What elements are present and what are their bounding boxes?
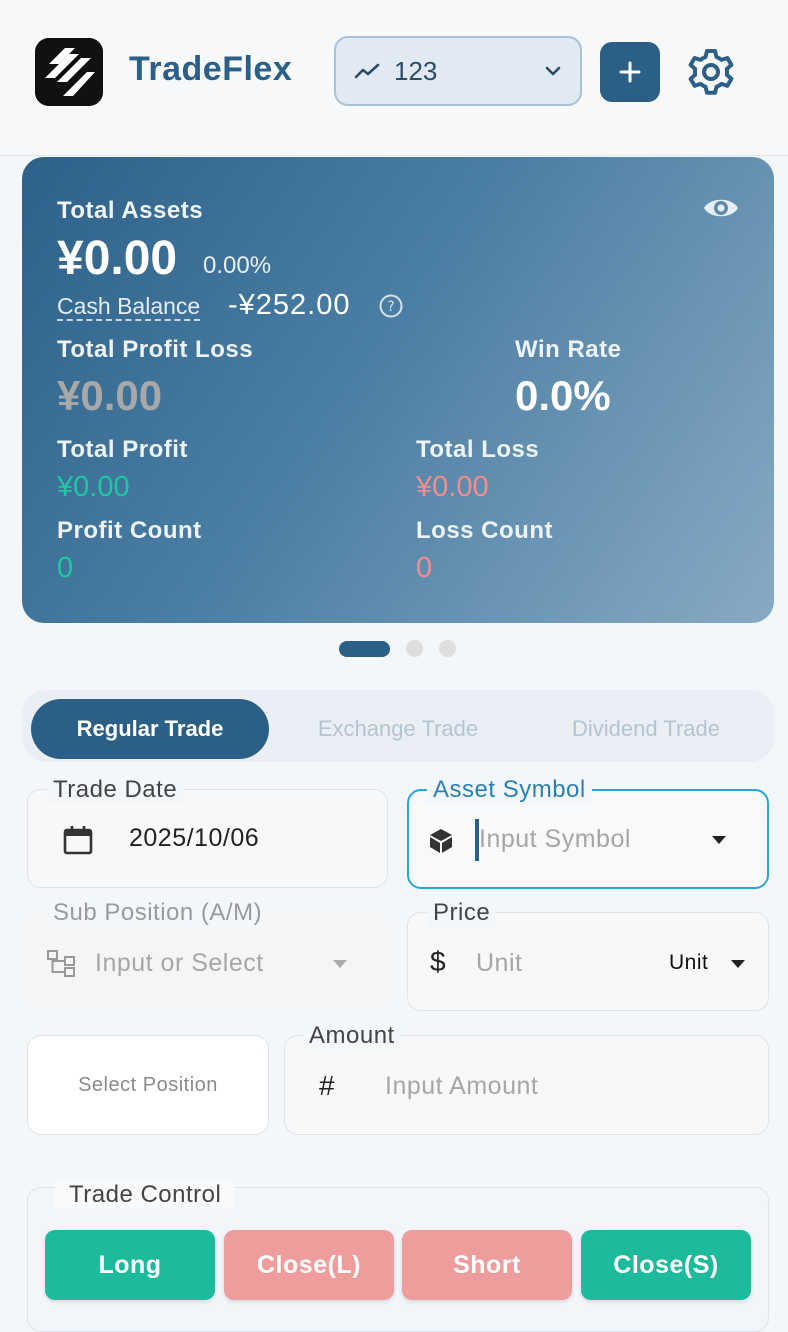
asset-symbol-placeholder: Input Symbol [479,825,631,853]
tab-dividend-trade[interactable]: Dividend Trade [522,699,770,759]
win-rate-value: 0.0% [515,372,611,419]
trend-line-icon [354,63,380,79]
asset-symbol-input[interactable]: Input Symbol [407,789,769,889]
trade-date-value: 2025/10/06 [129,824,260,852]
trade-date-label: Trade Date [47,776,184,804]
stats-card: Total Assets ¥0.00 0.00% Cash Balance -¥… [22,157,774,623]
total-profit-loss-label: Total Profit Loss [57,336,254,363]
app-header: TradeFlex 123 [0,0,788,156]
svg-text:?: ? [387,299,394,315]
total-assets-value: ¥0.00 [57,232,178,285]
dropdown-arrow-icon[interactable] [711,835,727,845]
cube-icon [430,829,452,853]
settings-button[interactable] [686,47,736,97]
total-profit-label: Total Profit [57,436,188,463]
chevron-down-icon [545,66,561,76]
total-assets-label: Total Assets [57,197,204,224]
trade-type-tabs: Regular Trade Exchange Trade Dividend Tr… [22,690,774,762]
cash-balance-value: -¥252.00 [228,289,351,321]
close-long-button[interactable]: Close(L) [224,1230,394,1300]
dropdown-arrow-icon[interactable] [730,959,746,969]
carousel-indicator [339,640,456,657]
loss-count-value: 0 [416,552,433,584]
profit-count-value: 0 [57,552,74,584]
trade-control-title: Trade Control [55,1181,236,1209]
select-position-button[interactable]: Select Position [27,1035,269,1135]
carousel-dot[interactable] [406,640,423,657]
sub-position-label: Sub Position (A/M) [47,899,269,927]
carousel-dot[interactable] [439,640,456,657]
select-position-label: Select Position [78,1074,218,1096]
win-rate-label: Win Rate [515,336,622,363]
carousel-dot-active[interactable] [339,640,390,657]
long-button[interactable]: Long [45,1230,215,1300]
app-brand: TradeFlex [129,50,293,88]
short-button[interactable]: Short [402,1230,572,1300]
price-label: Price [427,899,497,927]
amount-input[interactable]: # Input Amount [284,1035,769,1135]
account-select-value: 123 [394,55,438,86]
add-account-button[interactable] [600,42,660,102]
amount-label: Amount [303,1022,401,1050]
total-profit-value: ¥0.00 [57,471,130,503]
plus-icon [619,61,641,83]
amount-placeholder: Input Amount [385,1072,539,1100]
gear-icon [688,49,734,95]
hash-icon: # [319,1070,336,1101]
tree-structure-icon [47,950,75,977]
tab-exchange-trade[interactable]: Exchange Trade [274,699,522,759]
dollar-icon: $ [430,946,447,977]
asset-symbol-label: Asset Symbol [427,776,592,804]
calendar-icon [63,826,93,855]
total-profit-loss-value: ¥0.00 [57,372,163,419]
price-placeholder: Unit [476,949,523,977]
total-loss-value: ¥0.00 [416,471,489,503]
close-short-button[interactable]: Close(S) [581,1230,751,1300]
profit-count-label: Profit Count [57,517,202,544]
eye-icon[interactable] [702,193,740,223]
price-unit-select[interactable]: Unit [669,951,708,975]
tradeflex-logo-icon [35,38,103,106]
cash-balance-label[interactable]: Cash Balance [57,293,201,321]
loss-count-label: Loss Count [416,517,553,544]
total-loss-label: Total Loss [416,436,540,463]
sub-position-placeholder: Input or Select [95,949,264,977]
account-select[interactable]: 123 [334,36,582,106]
total-assets-percent: 0.00% [203,252,272,279]
help-icon[interactable]: ? [378,293,404,319]
dropdown-arrow-icon[interactable] [332,959,348,969]
tab-regular-trade[interactable]: Regular Trade [31,699,269,759]
